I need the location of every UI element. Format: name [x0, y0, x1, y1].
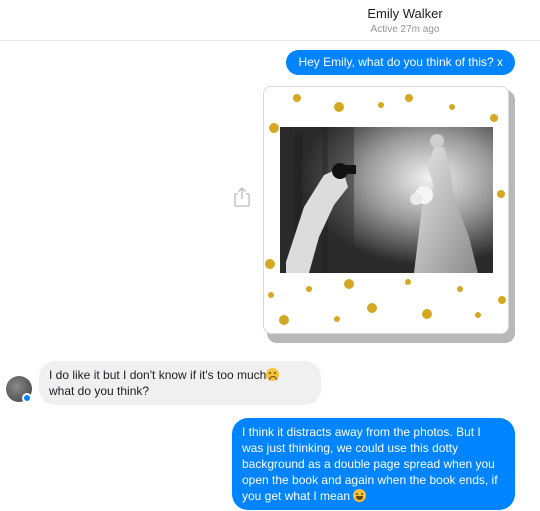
message-text: what do you think?: [49, 384, 150, 398]
contact-name[interactable]: Emily Walker: [0, 6, 540, 21]
message-text: I do like it but I don't know if it's to…: [49, 368, 267, 382]
photo-image: [265, 94, 506, 325]
confounded-face-icon: [266, 368, 280, 381]
outgoing-message[interactable]: Hey Emily, what do you think of this? x: [286, 50, 515, 75]
photo-card[interactable]: [263, 86, 509, 334]
messenger-badge-icon: [22, 393, 32, 403]
contact-status: Active 27m ago: [370, 24, 440, 35]
outgoing-message[interactable]: I think it distracts away from the photo…: [232, 418, 515, 510]
conversation-header: Emily Walker Active 27m ago: [0, 0, 540, 41]
message-text: I think it distracts away from the photo…: [242, 425, 498, 503]
laughing-face-icon: [353, 489, 367, 502]
share-icon[interactable]: [233, 186, 251, 208]
incoming-message[interactable]: I do like it but I don't know if it's to…: [39, 361, 321, 405]
shared-photo-message[interactable]: [263, 86, 515, 343]
